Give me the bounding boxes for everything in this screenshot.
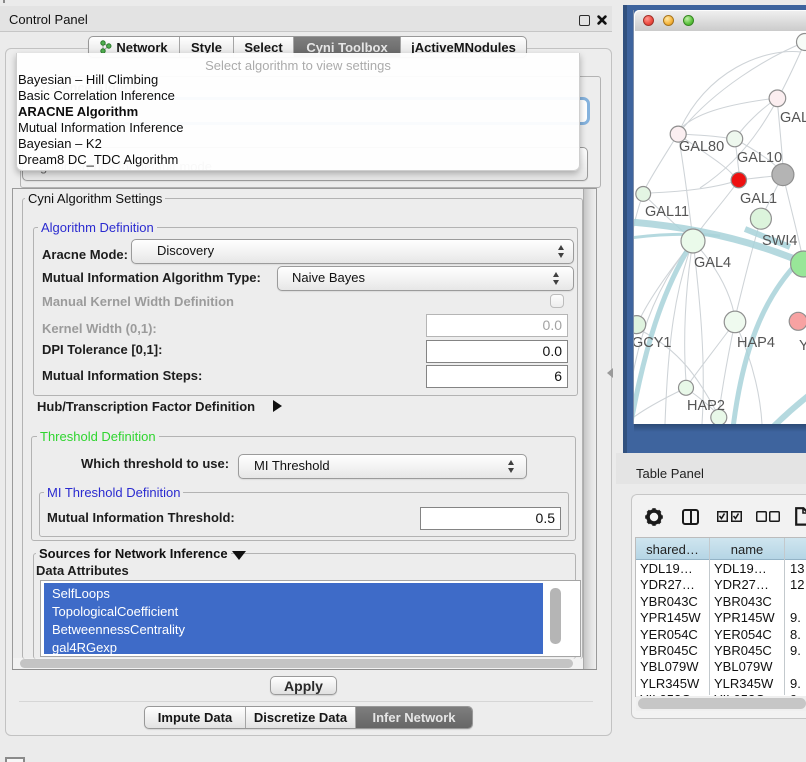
svg-text:SWI4: SWI4 [762, 233, 797, 249]
svg-text:GAL: GAL [780, 110, 806, 126]
svg-text:GAL11: GAL11 [645, 204, 689, 220]
svg-text:GAL80: GAL80 [679, 139, 724, 155]
svg-text:GAL10: GAL10 [737, 150, 782, 166]
svg-text:GAL1: GAL1 [740, 191, 777, 207]
svg-text:Y: Y [799, 338, 806, 354]
svg-text:HAP4: HAP4 [737, 335, 775, 351]
svg-text:GCY1: GCY1 [634, 335, 672, 351]
svg-text:HAP2: HAP2 [687, 398, 725, 414]
svg-text:GAL4: GAL4 [694, 255, 731, 271]
